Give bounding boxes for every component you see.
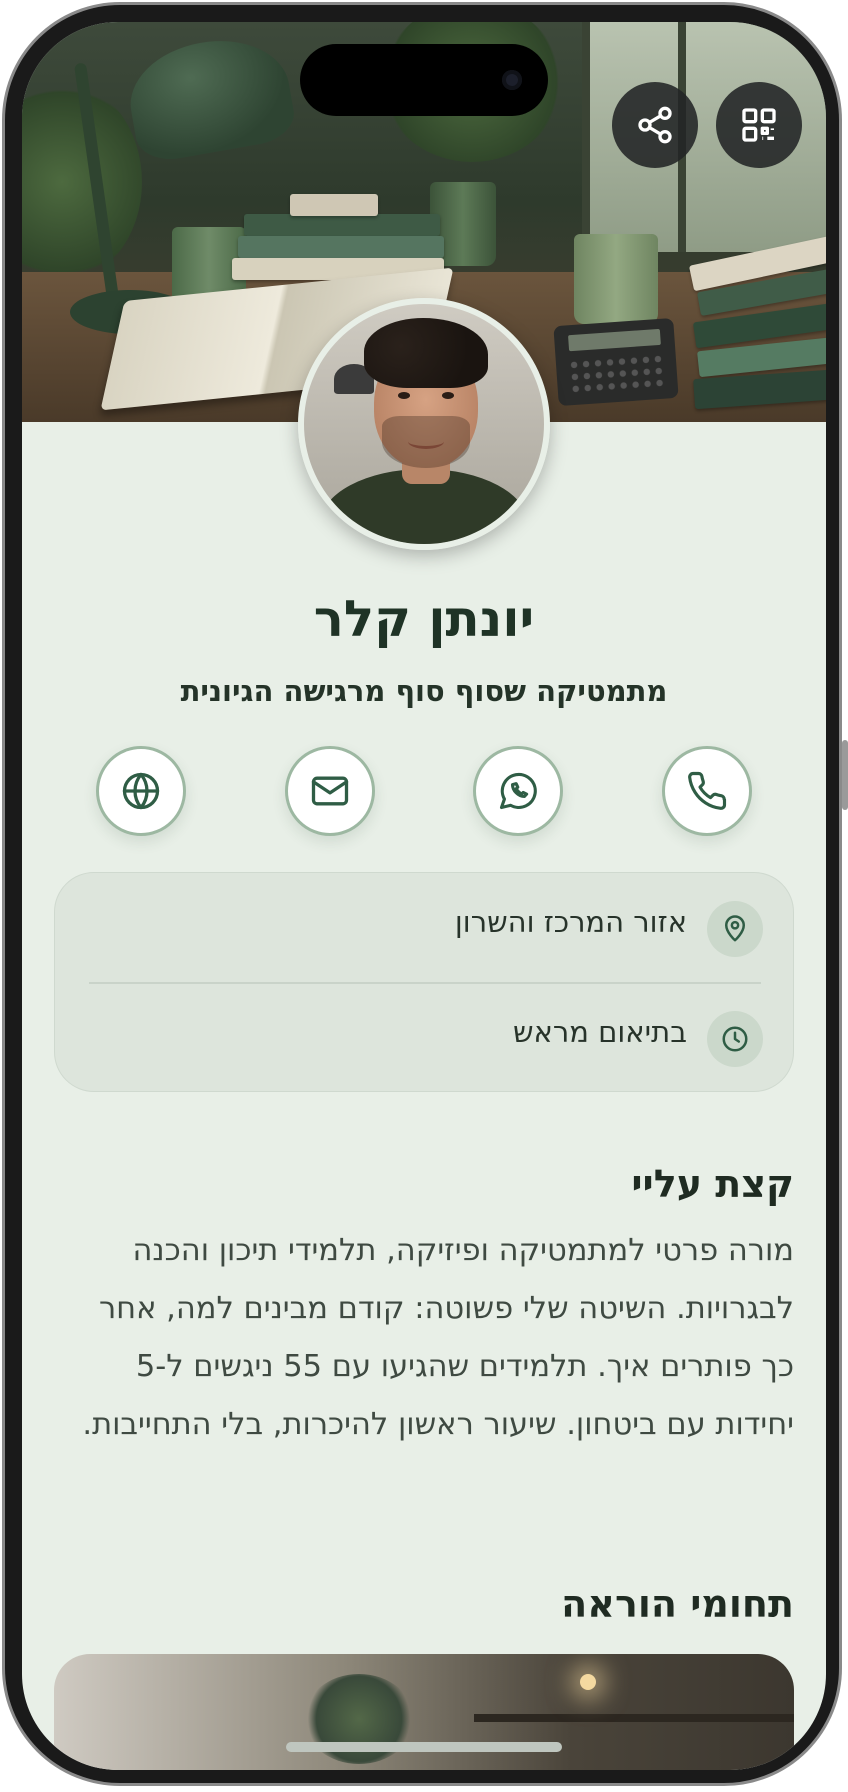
teaching-title: תחומי הוראה (561, 1582, 794, 1626)
clock-icon (707, 1011, 763, 1067)
about-text: מורה פרטי למתמטיקה ופיזיקה, תלמידי תיכון… (82, 1233, 794, 1442)
phone-icon (686, 770, 728, 812)
website-button[interactable] (96, 746, 186, 836)
location-row: אזור המרכז והשרון (55, 873, 795, 983)
share-icon (635, 105, 675, 145)
hours-row: בתיאום מראש (55, 983, 795, 1093)
email-button[interactable] (285, 746, 375, 836)
dynamic-island (300, 44, 548, 116)
share-button[interactable] (612, 82, 698, 168)
lamp-light (580, 1674, 596, 1690)
screen: יונתן קלר מתמטיקה שסוף סוף מרגישה הגיוני… (22, 22, 826, 1770)
teaching-area-card[interactable] (54, 1654, 794, 1770)
whatsapp-button[interactable] (473, 746, 563, 836)
lamp (121, 28, 299, 166)
map-pin-icon (707, 901, 763, 957)
qr-code-button[interactable] (716, 82, 802, 168)
globe-icon (119, 769, 163, 813)
info-card: אזור המרכז והשרון בתיאום מראש (54, 872, 794, 1092)
avatar (298, 298, 550, 550)
calculator (553, 317, 679, 407)
profile-name: יונתן קלר (313, 590, 535, 648)
about-title: קצת עליי (631, 1162, 794, 1206)
home-indicator[interactable] (286, 1742, 562, 1752)
qr-code-icon (739, 105, 779, 145)
hours-text: בתיאום מראש (512, 1015, 687, 1049)
side-button (842, 740, 848, 810)
mail-icon (308, 769, 352, 813)
whatsapp-icon (496, 769, 540, 813)
profile-tagline: מתמטיקה שסוף סוף מרגישה הגיונית (180, 674, 668, 708)
phone-button[interactable] (662, 746, 752, 836)
phone-device: יונתן קלר מתמטיקה שסוף סוף מרגישה הגיוני… (0, 0, 848, 1792)
location-text: אזור המרכז והשרון (454, 905, 687, 939)
